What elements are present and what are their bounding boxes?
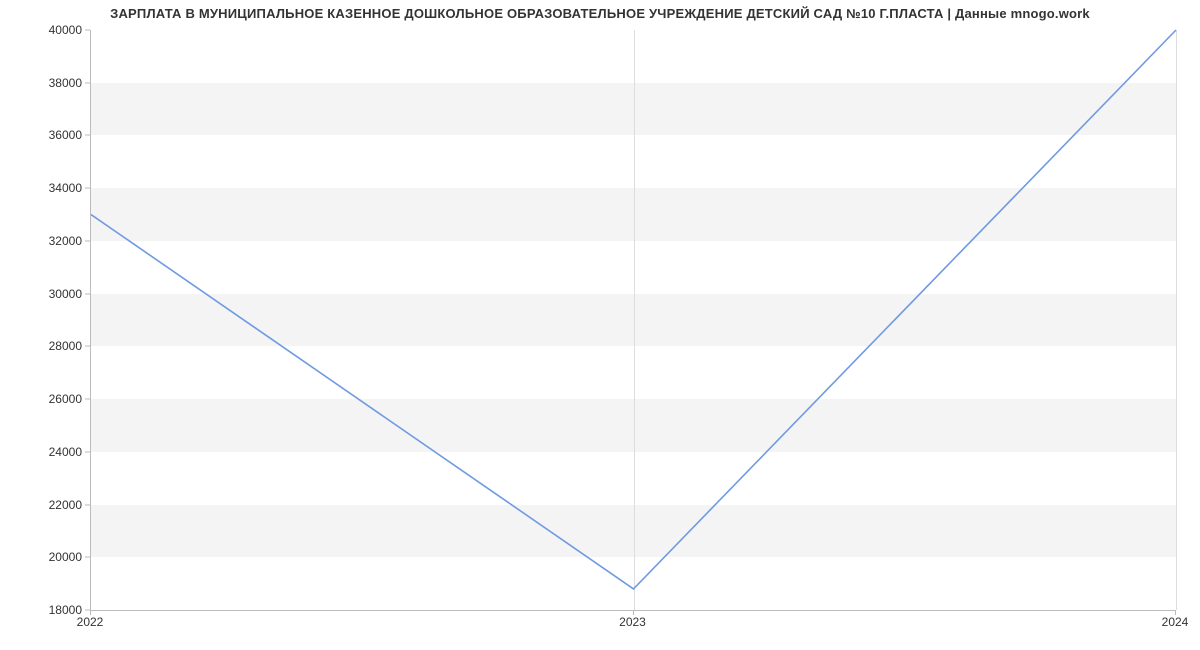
x-tick-mark <box>633 610 634 615</box>
y-tick-label: 36000 <box>2 128 82 142</box>
data-line <box>91 30 1176 589</box>
chart-container: ЗАРПЛАТА В МУНИЦИПАЛЬНОЕ КАЗЕННОЕ ДОШКОЛ… <box>0 0 1200 650</box>
y-tick-label: 26000 <box>2 392 82 406</box>
y-tick-mark <box>85 557 90 558</box>
y-tick-mark <box>85 240 90 241</box>
y-tick-mark <box>85 188 90 189</box>
y-tick-mark <box>85 399 90 400</box>
y-tick-label: 32000 <box>2 234 82 248</box>
y-tick-mark <box>85 82 90 83</box>
x-tick-label: 2024 <box>1162 615 1189 629</box>
x-tick-mark <box>1175 610 1176 615</box>
y-tick-label: 20000 <box>2 550 82 564</box>
y-tick-label: 24000 <box>2 445 82 459</box>
y-tick-mark <box>85 451 90 452</box>
x-tick-label: 2022 <box>77 615 104 629</box>
y-tick-label: 28000 <box>2 339 82 353</box>
x-tick-label: 2023 <box>619 615 646 629</box>
x-gridline <box>1176 30 1177 610</box>
y-tick-label: 30000 <box>2 287 82 301</box>
y-tick-mark <box>85 346 90 347</box>
y-tick-label: 40000 <box>2 23 82 37</box>
chart-title: ЗАРПЛАТА В МУНИЦИПАЛЬНОЕ КАЗЕННОЕ ДОШКОЛ… <box>0 6 1200 21</box>
y-tick-mark <box>85 504 90 505</box>
y-tick-label: 34000 <box>2 181 82 195</box>
plot-area <box>90 30 1176 611</box>
y-tick-mark <box>85 30 90 31</box>
y-tick-mark <box>85 293 90 294</box>
y-tick-mark <box>85 135 90 136</box>
y-tick-label: 38000 <box>2 76 82 90</box>
x-tick-mark <box>90 610 91 615</box>
y-tick-label: 22000 <box>2 498 82 512</box>
line-layer <box>91 30 1176 610</box>
y-tick-label: 18000 <box>2 603 82 617</box>
